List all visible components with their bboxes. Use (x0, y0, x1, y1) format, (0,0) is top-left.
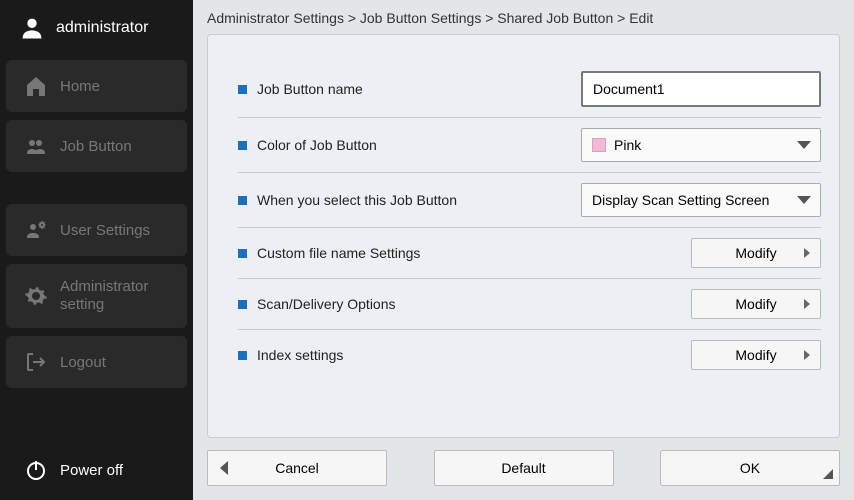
bullet-icon (238, 141, 247, 150)
row-job-button-name: Job Button name (238, 61, 821, 118)
bullet-icon (238, 85, 247, 94)
ok-button[interactable]: OK (660, 450, 840, 486)
row-color: Color of Job Button Pink (238, 118, 821, 173)
job-button-name-input[interactable] (581, 71, 821, 107)
chevron-down-icon (797, 196, 811, 204)
button-label: Modify (735, 347, 776, 363)
color-swatch (592, 138, 606, 152)
main: Administrator Settings > Job Button Sett… (193, 0, 854, 500)
field-label: Job Button name (257, 81, 581, 97)
home-icon (24, 74, 48, 98)
color-select[interactable]: Pink (581, 128, 821, 162)
row-index: Index settings Modify (238, 330, 821, 380)
sidebar-item-logout[interactable]: Logout (6, 336, 187, 388)
sidebar-item-label: Power off (60, 462, 123, 479)
row-on-select: When you select this Job Button Display … (238, 173, 821, 228)
field-label: Custom file name Settings (257, 245, 691, 261)
job-button-icon (24, 134, 48, 158)
sidebar-user: administrator (0, 0, 193, 56)
bullet-icon (238, 351, 247, 360)
footer: Cancel Default OK (193, 438, 854, 500)
sidebar-item-user-settings[interactable]: User Settings (6, 204, 187, 256)
sidebar-item-label: Home (60, 78, 100, 95)
sidebar-item-label: User Settings (60, 222, 150, 239)
sidebar-item-job-button[interactable]: Job Button (6, 120, 187, 172)
chevron-left-icon (220, 461, 228, 475)
custom-file-modify-button[interactable]: Modify (691, 238, 821, 268)
row-scan-delivery: Scan/Delivery Options Modify (238, 279, 821, 330)
on-select-dropdown[interactable]: Display Scan Setting Screen (581, 183, 821, 217)
chevron-right-icon (804, 350, 810, 360)
sidebar: administrator Home Job Button User Setti… (0, 0, 193, 500)
chevron-right-icon (804, 299, 810, 309)
color-select-value: Pink (614, 137, 641, 153)
bullet-icon (238, 196, 247, 205)
user-icon (18, 14, 46, 42)
sidebar-user-label: administrator (56, 19, 148, 37)
cancel-button[interactable]: Cancel (207, 450, 387, 486)
sidebar-item-label: Logout (60, 354, 106, 371)
chevron-right-icon (804, 248, 810, 258)
field-label: When you select this Job Button (257, 192, 581, 208)
bullet-icon (238, 249, 247, 258)
sidebar-item-label: Job Button (60, 138, 132, 155)
sidebar-item-power-off[interactable]: Power off (6, 444, 187, 496)
row-custom-file: Custom file name Settings Modify (238, 228, 821, 279)
user-settings-icon (24, 218, 48, 242)
scan-delivery-modify-button[interactable]: Modify (691, 289, 821, 319)
on-select-value: Display Scan Setting Screen (592, 192, 769, 208)
button-label: Modify (735, 296, 776, 312)
bullet-icon (238, 300, 247, 309)
chevron-down-icon (797, 141, 811, 149)
button-label: Modify (735, 245, 776, 261)
power-icon (24, 458, 48, 482)
field-label: Color of Job Button (257, 137, 581, 153)
button-label: Cancel (275, 460, 319, 476)
button-label: OK (740, 460, 760, 476)
resize-corner-icon (823, 469, 833, 479)
breadcrumb: Administrator Settings > Job Button Sett… (193, 0, 854, 34)
settings-panel: Job Button name Color of Job Button Pink… (207, 34, 840, 438)
button-label: Default (501, 460, 545, 476)
index-modify-button[interactable]: Modify (691, 340, 821, 370)
sidebar-item-admin-setting[interactable]: Administrator setting (6, 264, 187, 328)
field-label: Index settings (257, 347, 691, 363)
default-button[interactable]: Default (434, 450, 614, 486)
sidebar-item-label: Administrator setting (60, 278, 169, 314)
field-label: Scan/Delivery Options (257, 296, 691, 312)
logout-icon (24, 350, 48, 374)
sidebar-item-home[interactable]: Home (6, 60, 187, 112)
gear-icon (24, 284, 48, 308)
